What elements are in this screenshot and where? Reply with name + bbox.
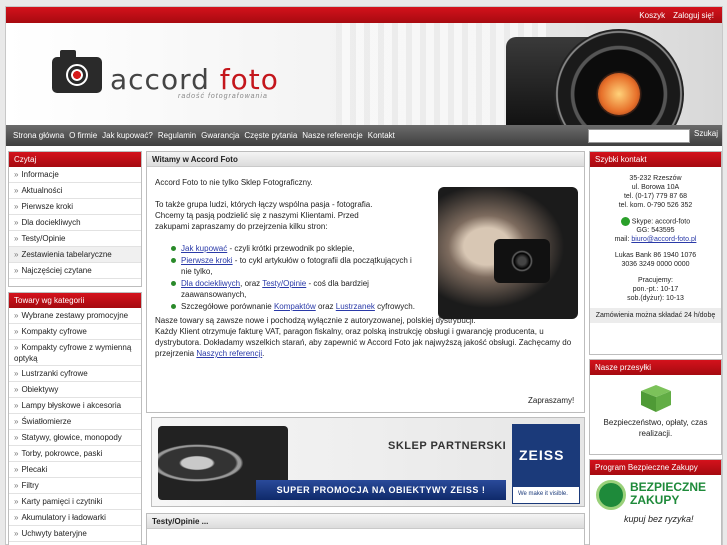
nav-how-to-buy[interactable]: Jak kupować? — [102, 131, 153, 140]
zeiss-promo-banner[interactable]: SKLEP PARTNERSKI ZEISS We make it visibl… — [151, 417, 585, 507]
nav-references[interactable]: Nasze referencje — [302, 131, 362, 140]
read-item-news[interactable]: » Aktualności — [9, 183, 141, 199]
page-frame: Koszyk Zaloguj się! accord foto radość f… — [5, 6, 723, 545]
mobile-line: tel. kom. 0-790 526 352 — [618, 202, 693, 209]
read-box: Czytaj » Informacje » Aktualności » Pierwsz… — [8, 151, 142, 287]
order-note: Zamówienia można składać 24 h/dobę — [590, 308, 721, 324]
reviews-title: Testy/Opinie ... — [147, 514, 584, 529]
read-box-title: Czytaj — [9, 152, 141, 167]
address-line: ul. Borowa 10A — [631, 184, 680, 191]
reviews-box: Testy/Opinie ... — [146, 513, 585, 545]
skype-line[interactable]: Skype: accord-foto — [590, 217, 721, 226]
photographer-image — [438, 187, 578, 319]
category-item[interactable]: » Statywy, głowice, monopody — [9, 430, 141, 446]
nav-contact[interactable]: Kontakt — [368, 131, 395, 140]
package-icon — [640, 385, 671, 412]
first-steps-link[interactable]: Pierwsze kroki — [181, 256, 233, 265]
address-line: 35-232 Rzeszów — [629, 175, 682, 182]
category-item[interactable]: » Karty pamięci i czytniki — [9, 494, 141, 510]
category-item[interactable]: » Kompakty cyfrowe z wymienną optyką — [9, 340, 141, 366]
read-item-first-steps[interactable]: » Pierwsze kroki — [9, 199, 141, 215]
category-item[interactable]: » Torby, pokrowce, paski — [9, 446, 141, 462]
shipping-box[interactable]: Nasze przesyłki Bezpieczeństwo, opłaty, … — [589, 359, 722, 455]
category-item[interactable]: » Filtry — [9, 478, 141, 494]
skype-icon — [620, 217, 630, 226]
advanced-link[interactable]: Dla dociekliwych — [181, 279, 240, 288]
partner-label: SKLEP PARTNERSKI — [388, 440, 507, 452]
read-item-advanced[interactable]: » Dla dociekliwych — [9, 215, 141, 231]
nav-terms[interactable]: Regulamin — [158, 131, 196, 140]
bank-line: 3036 3249 0000 0000 — [621, 261, 690, 269]
secure-shopping-box[interactable]: Program Bezpieczne Zakupy BEZPIECZNE ZAKU… — [589, 459, 722, 545]
category-item[interactable]: » Uchwyty bateryjne — [9, 526, 141, 542]
logo-tagline: radość fotografowania — [178, 93, 268, 100]
welcome-policy: Nasze towary są zawsze nowe i pochodzą w… — [155, 316, 572, 358]
promo-label: SUPER PROMOCJA NA OBIEKTYWY ZEISS ! — [256, 480, 506, 500]
category-item[interactable]: » Wybrane zestawy promocyjne — [9, 308, 141, 324]
compacts-link[interactable]: Kompaktów — [274, 302, 316, 311]
read-item-info[interactable]: » Informacje — [9, 167, 141, 183]
nav-faq[interactable]: Częste pytania — [244, 131, 297, 140]
search-input[interactable] — [588, 129, 690, 143]
read-item-tables[interactable]: » Zestawienia tabelaryczne — [9, 247, 141, 263]
category-item[interactable]: » Obiektywy — [9, 382, 141, 398]
mail-line: mail: biuro@accord-foto.pl — [614, 236, 697, 244]
read-item-most-read[interactable]: » Najczęściej czytane — [9, 263, 141, 279]
list-item: Jak kupować - czyli krótki przewodnik po… — [171, 243, 419, 254]
list-item: Szczegółowe porównanie Kompaktów oraz Lu… — [171, 301, 419, 312]
welcome-closing: Zapraszamy! — [528, 396, 575, 405]
references-link[interactable]: Naszych referencji — [196, 349, 262, 358]
bank-line: Lukas Bank 86 1940 1076 — [614, 252, 697, 260]
dslr-link[interactable]: Lustrzanek — [336, 302, 375, 311]
quick-contact-box: Szybki kontakt 35-232 Rzeszów ul. Borowa… — [589, 151, 722, 355]
camera-logo-icon[interactable] — [52, 50, 102, 93]
secure-shopping-logo: BEZPIECZNE ZAKUPY kupuj bez ryzyka! — [596, 480, 716, 534]
top-bar: Koszyk Zaloguj się! — [6, 7, 722, 23]
shipping-title: Nasze przesyłki — [590, 360, 721, 375]
nav-about[interactable]: O firmie — [69, 131, 97, 140]
contact-details: 35-232 Rzeszów ul. Borowa 10A tel. (0-17… — [590, 167, 721, 324]
quick-contact-title: Szybki kontakt — [590, 152, 721, 167]
hours-line: pon.-pt.: 10-17 — [632, 286, 679, 294]
reviews-link[interactable]: Testy/Opinie — [262, 279, 306, 288]
category-item[interactable]: » Akumulatory i ładowarki — [9, 510, 141, 526]
email-link[interactable]: biuro@accord-foto.pl — [631, 236, 696, 243]
camera-header-image — [506, 25, 722, 127]
read-item-reviews[interactable]: » Testy/Opinie — [9, 231, 141, 247]
header-banner: accord foto radość fotografowania — [6, 23, 722, 127]
category-item[interactable]: » Lustrzanki cyfrowe — [9, 366, 141, 382]
category-item[interactable]: » Światłomierze — [9, 414, 141, 430]
welcome-title: Witamy w Accord Foto — [147, 152, 584, 167]
category-box-title: Towary wg kategorii — [9, 293, 141, 308]
nav-warranty[interactable]: Gwarancja — [201, 131, 239, 140]
list-item: Pierwsze kroki - to cykl artykułów o fot… — [171, 255, 419, 277]
search-button[interactable]: Szukaj — [694, 129, 718, 138]
login-link[interactable]: Zaloguj się! — [673, 11, 714, 20]
category-item[interactable]: » Lampy błyskowe i akcesoria — [9, 398, 141, 414]
welcome-paragraph: To także grupa ludzi, których łączy wspó… — [155, 200, 373, 231]
category-box: Towary wg kategorii » Wybrane zestawy pro… — [8, 292, 142, 545]
zeiss-logo: ZEISS We make it visible. — [512, 424, 580, 504]
shield-icon — [596, 480, 626, 510]
site-logo[interactable]: accord foto — [110, 63, 279, 96]
list-item: Dla dociekliwych, oraz Testy/Opinie - co… — [171, 278, 419, 300]
secure-shopping-title: Program Bezpieczne Zakupy — [590, 460, 721, 475]
phone-line: tel. (0-17) 779 87 68 — [623, 193, 688, 200]
gg-line: GG: 543595 — [636, 227, 675, 235]
category-item[interactable]: » Kompakty cyfrowe — [9, 324, 141, 340]
hours-line: sob.(dyżur): 10-13 — [627, 295, 684, 303]
category-item[interactable]: » Plecaki — [9, 462, 141, 478]
shipping-text: Bezpieczeństwo, opłaty, czas realizacji. — [603, 418, 708, 438]
hours-title: Pracujemy: — [637, 277, 673, 285]
cart-link[interactable]: Koszyk — [639, 11, 665, 20]
nav-home[interactable]: Strona główna — [13, 131, 64, 140]
how-to-buy-link[interactable]: Jak kupować — [181, 244, 227, 253]
